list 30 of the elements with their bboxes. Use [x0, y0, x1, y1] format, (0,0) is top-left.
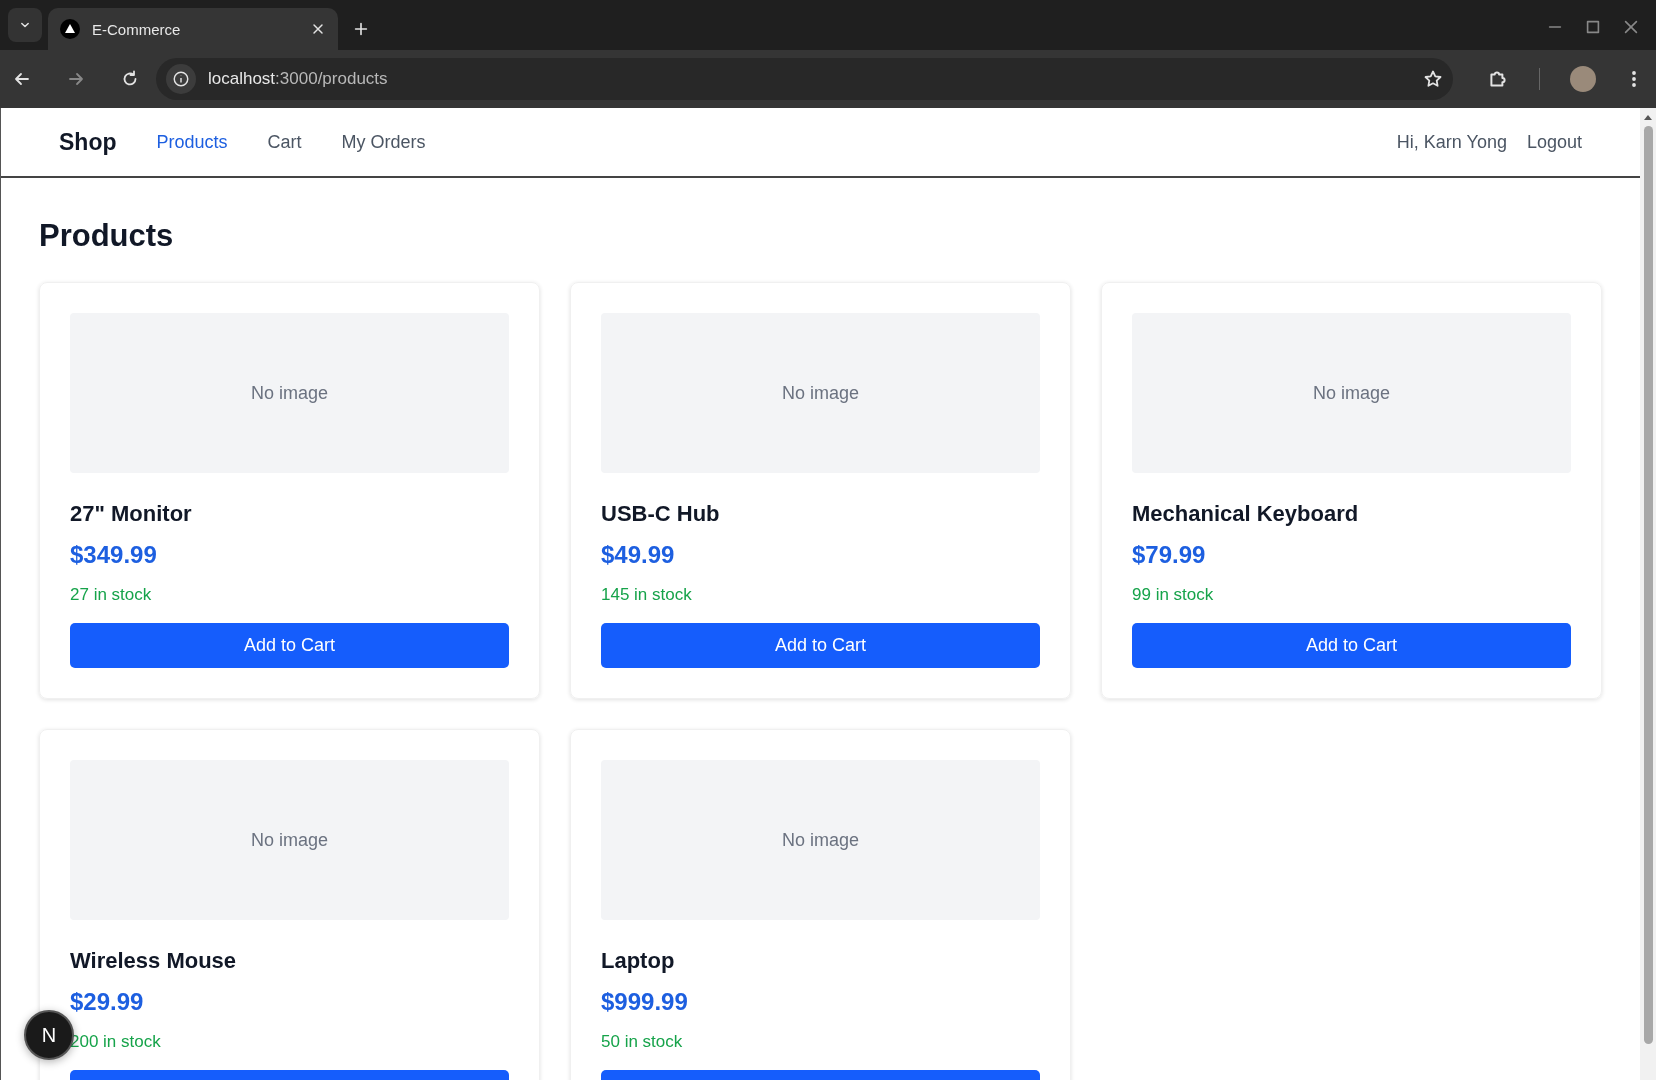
nav-link[interactable]: Cart [267, 131, 302, 153]
no-image-text: No image [250, 829, 328, 851]
product-name: USB-C Hub [601, 501, 721, 527]
product-price: $79.99 [1132, 541, 1207, 569]
product-name: Mechanical Keyboard [1132, 501, 1360, 527]
no-image-text: No image [781, 829, 859, 851]
add-to-cart-button[interactable]: Add to Cart [601, 623, 1040, 668]
product-price: $49.99 [601, 541, 676, 569]
logout-link[interactable]: Logout [1526, 131, 1582, 153]
add-to-cart-button[interactable]: Add to Cart [70, 623, 509, 668]
no-image-text: No image [250, 382, 328, 404]
add-to-cart-button[interactable]: Add to Cart [1132, 623, 1571, 668]
address-bar[interactable]: localhost:3000/products [156, 58, 1453, 100]
no-image-text: No image [1312, 382, 1390, 404]
no-image-text: No image [781, 382, 859, 404]
product-name: Wireless Mouse [70, 948, 238, 974]
page-title: Products [39, 218, 175, 254]
stock-count: 27 in stock [70, 585, 153, 605]
stock-count: 50 in stock [601, 1032, 684, 1052]
user-greeting: Hi, Karn Yong [1396, 131, 1507, 153]
nav-link[interactable]: Products [156, 131, 228, 153]
product-price: $349.99 [70, 541, 158, 569]
product-price: $999.99 [601, 988, 689, 1016]
product-name: 27" Monitor [70, 501, 193, 527]
product-name: Laptop [601, 948, 676, 974]
browser-tab[interactable]: E-Commerce [48, 8, 338, 50]
nav-link[interactable]: My Orders [341, 131, 426, 153]
stock-count: 145 in stock [601, 585, 693, 605]
shop-logo[interactable]: Shop [59, 128, 117, 156]
stock-count: 99 in stock [1132, 585, 1215, 605]
